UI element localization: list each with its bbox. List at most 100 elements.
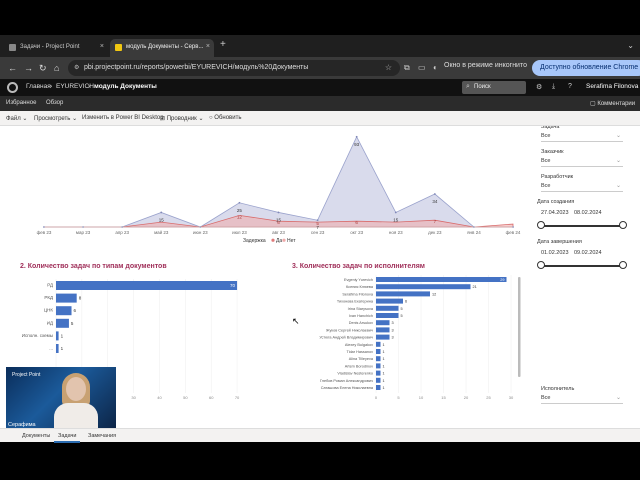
bar (56, 293, 77, 303)
view-menu-label: Просмотреть (34, 116, 71, 122)
area-point (394, 211, 397, 214)
bar-value-label: 1 (383, 343, 385, 347)
y-category-label: Исполн. схемы (22, 333, 53, 338)
legend-marker (271, 238, 275, 242)
data-label: 93 (354, 142, 360, 147)
chevron-down-icon[interactable]: ⌄ (616, 182, 621, 189)
y-category-label: Глебов Роман Александрович (320, 379, 373, 383)
x-tick-label: мар 23 (76, 230, 91, 235)
x-tick-label: июл 23 (232, 230, 247, 235)
page-tab-remarks[interactable]: Замечания (84, 431, 120, 441)
area-chart[interactable]: фев 23 мар 23 апр 23 май 23 июн 23 июл 23 авг … (0, 126, 525, 254)
slicer-label: Заказчик (541, 149, 564, 155)
extension-icon[interactable]: ⧉ (404, 63, 410, 73)
report-toolbar: Файл ⌄ Просмотреть ⌄ Изменить в Power BI… (0, 111, 640, 126)
refresh-label: Обновить (214, 115, 242, 121)
range-slider-handle[interactable] (537, 221, 545, 229)
chevron-down-icon[interactable]: ⌄ (616, 132, 621, 139)
bar (376, 277, 507, 282)
slicer-dropdown-value[interactable]: Все (541, 395, 550, 401)
download-icon[interactable]: ⤓ (552, 83, 555, 91)
range-slider-handle[interactable] (619, 261, 627, 269)
range-slider-handle[interactable] (537, 261, 545, 269)
slicer-underline (541, 141, 623, 142)
refresh-button[interactable]: ○ Обновить (209, 115, 241, 121)
file-menu[interactable]: Файл ⌄ (6, 115, 27, 122)
slicer-dropdown-value[interactable]: Все (541, 158, 550, 164)
close-icon[interactable]: × (206, 43, 210, 50)
page-tab-documents[interactable]: Документы (18, 431, 54, 441)
x-tick-label: 15 (441, 395, 446, 400)
address-bar[interactable]: ⚙ pbi.projectpoint.ru/reports/powerbi/EY… (68, 60, 400, 76)
date-from-input[interactable]: 01.02.2023 (541, 250, 569, 256)
bar-value-label: 3 (392, 336, 394, 340)
chrome-update-button[interactable]: Доступно обновление Chrome (532, 60, 640, 76)
date-to-input[interactable]: 09.02.2024 (574, 250, 602, 256)
chart-title-assignees: 3. Количество задач по исполнителям (292, 263, 425, 270)
presenter-face (66, 377, 86, 401)
reload-icon[interactable]: ↻ (39, 63, 47, 73)
range-slider-handle[interactable] (619, 221, 627, 229)
bar (376, 291, 430, 297)
home-icon[interactable]: ⌂ (54, 63, 59, 73)
bar (376, 349, 381, 354)
chevron-down-icon[interactable]: ⌄ (616, 394, 621, 401)
site-info-icon[interactable]: ⚙ (74, 64, 79, 71)
x-tick-label: 20 (464, 395, 469, 400)
tab-search-icon[interactable]: ⌄ (627, 41, 634, 50)
search-input[interactable]: ⌕ Поиск (462, 81, 526, 94)
explorer-label: Проводник (166, 116, 197, 122)
settings-icon[interactable]: ⚙ (536, 83, 542, 91)
bar (376, 313, 399, 318)
edit-desktop-button[interactable]: Изменить в Power BI Desktop (82, 115, 164, 121)
date-from-input[interactable]: 27.04.2023 (541, 210, 569, 216)
sidebar-icon[interactable]: ▭ (418, 63, 426, 72)
y-category-label: Alina Tilleyeva (349, 357, 374, 361)
explorer-menu[interactable]: ⊞ Проводник ⌄ (160, 115, 204, 122)
slicer-dropdown-value[interactable]: Все (541, 133, 550, 139)
bar-value-label: 1 (383, 357, 385, 361)
new-tab-icon[interactable]: + (220, 39, 226, 50)
browser-tab-active[interactable]: модуль Документы - Серв... × (110, 39, 214, 57)
x-tick-label: 70 (235, 395, 240, 400)
y-category-label: Ксения Клюева (346, 285, 374, 289)
browser-tab[interactable]: Задачи - Project Point × (4, 39, 108, 57)
more-menu-icon[interactable]: ⋮ (626, 63, 634, 72)
y-category-label: ... (49, 346, 53, 351)
scrollbar (518, 277, 521, 377)
area-series (44, 135, 513, 228)
back-icon[interactable]: ← (8, 63, 17, 73)
user-name[interactable]: Serafima Filonova (586, 83, 638, 90)
page-tab-tasks[interactable]: Задачи (54, 431, 81, 443)
bar (376, 334, 390, 340)
chevron-down-icon[interactable]: ⌄ (616, 157, 621, 164)
bar (56, 281, 238, 290)
slicer-dropdown-value[interactable]: Все (541, 183, 550, 189)
view-menu[interactable]: Просмотреть ⌄ (34, 115, 77, 122)
comments-button[interactable]: ▢ Комментарии (590, 100, 635, 107)
overview-link[interactable]: Обзор (46, 100, 63, 106)
forward-icon[interactable]: → (24, 63, 33, 73)
url-text: pbi.projectpoint.ru/reports/powerbi/EYUR… (84, 64, 309, 71)
help-icon[interactable]: ? (568, 83, 572, 90)
x-tick-label: дек 23 (428, 230, 442, 235)
bookmark-star-icon[interactable]: ☆ (385, 63, 392, 72)
y-category-label: ИД (47, 320, 53, 325)
bar (376, 341, 381, 347)
search-icon: ⌕ (466, 83, 470, 90)
bar-value-label: 1 (383, 386, 385, 390)
bar-value-label: 29 (500, 278, 504, 282)
breadcrumb-home[interactable]: Главная (26, 83, 51, 90)
search-placeholder: Поиск (474, 84, 491, 90)
date-to-input[interactable]: 08.02.2024 (574, 210, 602, 216)
address-row: ← → ↻ ⌂ ⚙ pbi.projectpoint.ru/reports/po… (0, 57, 640, 79)
mouse-cursor-icon: ↖ (292, 316, 300, 326)
assignees-bar-chart[interactable]: 0 5 10 15 20 25 30Evgeniy Yurevich 29Ксения Клю… (292, 273, 527, 413)
x-tick-label: 0 (375, 395, 378, 400)
close-icon[interactable]: × (100, 43, 104, 50)
data-label-red: 12 (237, 214, 243, 219)
y-category-label: Denis Arsukov (349, 321, 373, 325)
favorites-link[interactable]: Избранное (6, 100, 36, 106)
y-category-label: Ivan Hanchich (349, 314, 373, 318)
pbi-logo-icon[interactable] (7, 82, 18, 93)
